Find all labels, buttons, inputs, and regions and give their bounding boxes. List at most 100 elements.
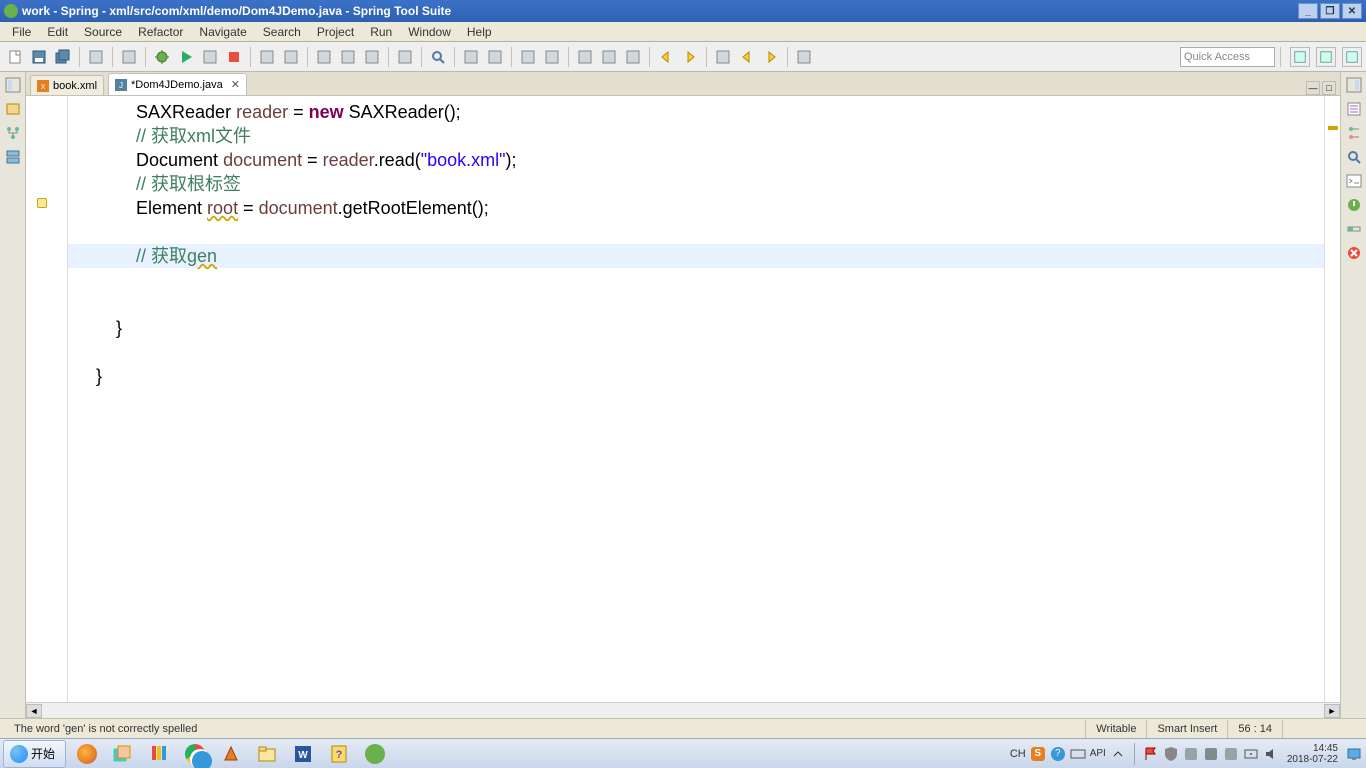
last-edit-button[interactable] — [712, 46, 734, 68]
spring-tool-icon[interactable] — [359, 741, 391, 767]
forward-button[interactable] — [679, 46, 701, 68]
editor-minimize-icon[interactable]: — — [1306, 81, 1320, 95]
menu-refactor[interactable]: Refactor — [130, 24, 191, 40]
annotation-gutter[interactable] — [36, 96, 50, 702]
menu-run[interactable]: Run — [362, 24, 400, 40]
editor-maximize-icon[interactable]: □ — [1322, 81, 1336, 95]
keyboard-icon[interactable] — [1070, 746, 1086, 762]
horizontal-scrollbar[interactable]: ◄ ► — [26, 702, 1340, 718]
debug-button[interactable] — [151, 46, 173, 68]
spring-perspective-button[interactable] — [1316, 47, 1336, 67]
progress-icon[interactable] — [1345, 220, 1363, 238]
type-hierarchy-icon[interactable] — [4, 124, 22, 142]
stop-button[interactable] — [223, 46, 245, 68]
java-perspective-button[interactable] — [1342, 47, 1362, 67]
servers-view-icon[interactable] — [4, 148, 22, 166]
task-list-icon[interactable] — [1345, 100, 1363, 118]
network-icon[interactable] — [1243, 746, 1259, 762]
next-ann-button[interactable] — [574, 46, 596, 68]
save-button[interactable] — [28, 46, 50, 68]
search-view-icon[interactable] — [1345, 148, 1363, 166]
sogou-icon[interactable]: S — [1030, 746, 1046, 762]
skip-bp-button[interactable] — [541, 46, 563, 68]
menu-file[interactable]: File — [4, 24, 39, 40]
menu-window[interactable]: Window — [400, 24, 459, 40]
tray-app2-icon[interactable] — [1203, 746, 1219, 762]
explorer-stack-icon[interactable] — [107, 741, 139, 767]
menu-navigate[interactable]: Navigate — [191, 24, 254, 40]
status-writable[interactable]: Writable — [1085, 720, 1146, 738]
editor-tab-0[interactable]: Xbook.xml — [30, 75, 104, 95]
overview-warning-mark[interactable] — [1328, 126, 1338, 130]
new-server-button[interactable] — [313, 46, 335, 68]
word-icon[interactable]: W — [287, 741, 319, 767]
warning-marker-icon[interactable] — [37, 198, 47, 208]
restore-view-icon[interactable] — [4, 76, 22, 94]
prev-ann-button[interactable] — [598, 46, 620, 68]
overview-ruler[interactable] — [1324, 96, 1340, 702]
tray-app1-icon[interactable] — [1183, 746, 1199, 762]
back-button[interactable] — [655, 46, 677, 68]
flag-icon[interactable] — [1143, 746, 1159, 762]
pin-button[interactable] — [793, 46, 815, 68]
status-insert-mode[interactable]: Smart Insert — [1146, 720, 1227, 738]
toggle-bp-button[interactable] — [517, 46, 539, 68]
folding-gutter[interactable] — [26, 96, 36, 702]
foxit-icon[interactable] — [215, 741, 247, 767]
tab-close-icon[interactable]: ✕ — [231, 78, 240, 91]
ime-indicator[interactable]: CH — [1010, 748, 1026, 760]
package-explorer-icon[interactable] — [4, 100, 22, 118]
tray-clock[interactable]: 14:45 2018-07-22 — [1283, 743, 1342, 765]
security-tray-icon[interactable] — [1163, 746, 1179, 762]
outline-icon[interactable] — [1345, 124, 1363, 142]
run-last-button[interactable] — [199, 46, 221, 68]
menu-edit[interactable]: Edit — [39, 24, 76, 40]
maximize-button[interactable]: ❐ — [1320, 3, 1340, 19]
new-class-button[interactable] — [337, 46, 359, 68]
firefox-icon[interactable] — [71, 741, 103, 767]
menu-search[interactable]: Search — [255, 24, 309, 40]
save-all-button[interactable] — [52, 46, 74, 68]
tray-expand-icon[interactable] — [1110, 746, 1126, 762]
console-icon[interactable] — [1345, 172, 1363, 190]
print-button[interactable] — [85, 46, 107, 68]
menu-project[interactable]: Project — [309, 24, 362, 40]
close-button[interactable]: ✕ — [1342, 3, 1362, 19]
start-button[interactable]: 开始 — [3, 740, 66, 768]
status-cursor-pos[interactable]: 56 : 14 — [1227, 720, 1282, 738]
code-viewport[interactable]: SAXReader reader = new SAXReader(); // 获… — [68, 96, 1324, 702]
run-ext-button[interactable] — [256, 46, 278, 68]
api-indicator[interactable]: API — [1090, 748, 1106, 759]
problems-icon[interactable] — [1345, 244, 1363, 262]
help-icon[interactable]: ? — [323, 741, 355, 767]
volume-icon[interactable] — [1263, 746, 1279, 762]
line-number-ruler[interactable] — [50, 96, 68, 702]
menu-source[interactable]: Source — [76, 24, 130, 40]
paint-icon[interactable] — [143, 741, 175, 767]
chrome-icon[interactable] — [179, 741, 211, 767]
nav-back-button[interactable] — [736, 46, 758, 68]
nav-fwd-button[interactable] — [760, 46, 782, 68]
step-button[interactable] — [622, 46, 644, 68]
quick-access-input[interactable]: Quick Access — [1180, 47, 1275, 67]
source-code[interactable]: SAXReader reader = new SAXReader(); // 获… — [68, 96, 1324, 392]
open-type-button[interactable] — [394, 46, 416, 68]
run-button[interactable] — [175, 46, 197, 68]
editor-tab-1[interactable]: J*Dom4JDemo.java✕ — [108, 73, 247, 95]
perspective-open-button[interactable] — [1290, 47, 1310, 67]
help-tray-icon[interactable]: ? — [1050, 746, 1066, 762]
new-button[interactable] — [4, 46, 26, 68]
coverage-button[interactable] — [280, 46, 302, 68]
tasks-button[interactable] — [460, 46, 482, 68]
tray-app3-icon[interactable] — [1223, 746, 1239, 762]
search-button[interactable] — [427, 46, 449, 68]
annotations-button[interactable] — [484, 46, 506, 68]
scroll-right-icon[interactable]: ► — [1324, 704, 1340, 718]
show-desktop-icon[interactable] — [1346, 746, 1362, 762]
build-button[interactable] — [118, 46, 140, 68]
boot-dashboard-icon[interactable] — [1345, 196, 1363, 214]
new-package-button[interactable] — [361, 46, 383, 68]
file-explorer-icon[interactable] — [251, 741, 283, 767]
minimize-button[interactable]: _ — [1298, 3, 1318, 19]
scroll-left-icon[interactable]: ◄ — [26, 704, 42, 718]
